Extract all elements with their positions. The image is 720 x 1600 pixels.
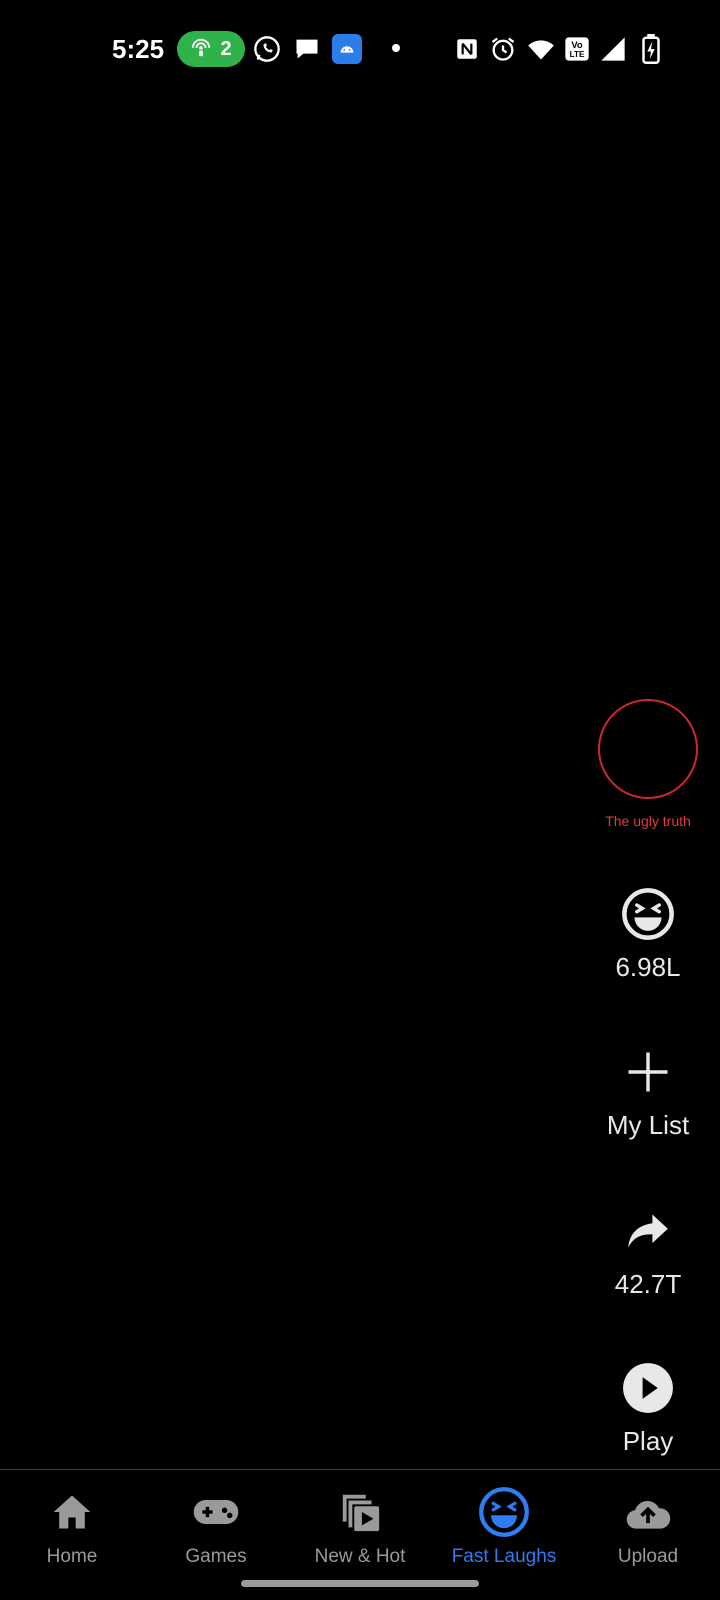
title-avatar[interactable] bbox=[598, 699, 698, 799]
my-list-button[interactable]: My List bbox=[588, 1044, 708, 1141]
play-label: Play bbox=[622, 1426, 674, 1456]
wifi-icon bbox=[526, 34, 556, 64]
plus-icon bbox=[620, 1044, 676, 1100]
laugh-icon bbox=[478, 1486, 530, 1538]
messages-icon bbox=[292, 34, 322, 64]
whatsapp-icon bbox=[252, 34, 282, 64]
svg-text:Vo: Vo bbox=[571, 40, 583, 50]
title-avatar-button[interactable]: The ugly truth bbox=[588, 699, 708, 829]
nav-upload[interactable]: Upload bbox=[576, 1486, 720, 1568]
home-indicator[interactable] bbox=[241, 1580, 479, 1587]
nav-new-hot-label: New & Hot bbox=[314, 1546, 406, 1567]
share-icon bbox=[620, 1203, 676, 1259]
share-count: 42.7T bbox=[614, 1269, 682, 1299]
play-button[interactable]: Play bbox=[588, 1360, 708, 1469]
home-icon bbox=[46, 1486, 98, 1538]
fast-laughs-screen: 5:25 2 Vo LTE The ugly truth 6.98L My Li… bbox=[0, 0, 720, 1600]
share-button[interactable]: 42.7T bbox=[588, 1203, 708, 1300]
nav-games-label: Games bbox=[185, 1546, 247, 1567]
my-list-label: My List bbox=[606, 1110, 690, 1140]
nav-home-label: Home bbox=[46, 1546, 98, 1567]
nfc-icon bbox=[452, 34, 482, 64]
lol-count: 6.98L bbox=[615, 952, 681, 982]
status-time: 5:25 bbox=[112, 34, 165, 64]
nav-home[interactable]: Home bbox=[0, 1486, 144, 1568]
nav-fast-laughs-label: Fast Laughs bbox=[451, 1546, 557, 1567]
title-label: The ugly truth bbox=[605, 813, 691, 829]
volte-icon: Vo LTE bbox=[562, 34, 592, 64]
hotspot-count: 2 bbox=[220, 37, 232, 60]
nav-fast-laughs[interactable]: Fast Laughs bbox=[432, 1486, 576, 1568]
signal-icon bbox=[598, 34, 628, 64]
alarm-icon bbox=[488, 34, 518, 64]
svg-text:LTE: LTE bbox=[570, 50, 585, 59]
upload-cloud-icon bbox=[622, 1486, 674, 1538]
status-bar: 5:25 2 Vo LTE bbox=[0, 0, 720, 96]
play-circle-icon bbox=[620, 1360, 676, 1416]
hotspot-icon bbox=[190, 36, 212, 63]
nav-games[interactable]: Games bbox=[144, 1486, 288, 1568]
nav-upload-label: Upload bbox=[617, 1546, 679, 1567]
android-icon bbox=[332, 34, 362, 64]
new-hot-icon bbox=[334, 1486, 386, 1538]
laugh-icon bbox=[620, 886, 676, 942]
lol-button[interactable]: 6.98L bbox=[588, 886, 708, 983]
battery-charging-icon bbox=[636, 34, 666, 64]
notification-dot bbox=[392, 44, 400, 52]
hotspot-pill: 2 bbox=[177, 31, 245, 67]
gamepad-icon bbox=[190, 1486, 242, 1538]
nav-new-hot[interactable]: New & Hot bbox=[288, 1486, 432, 1568]
